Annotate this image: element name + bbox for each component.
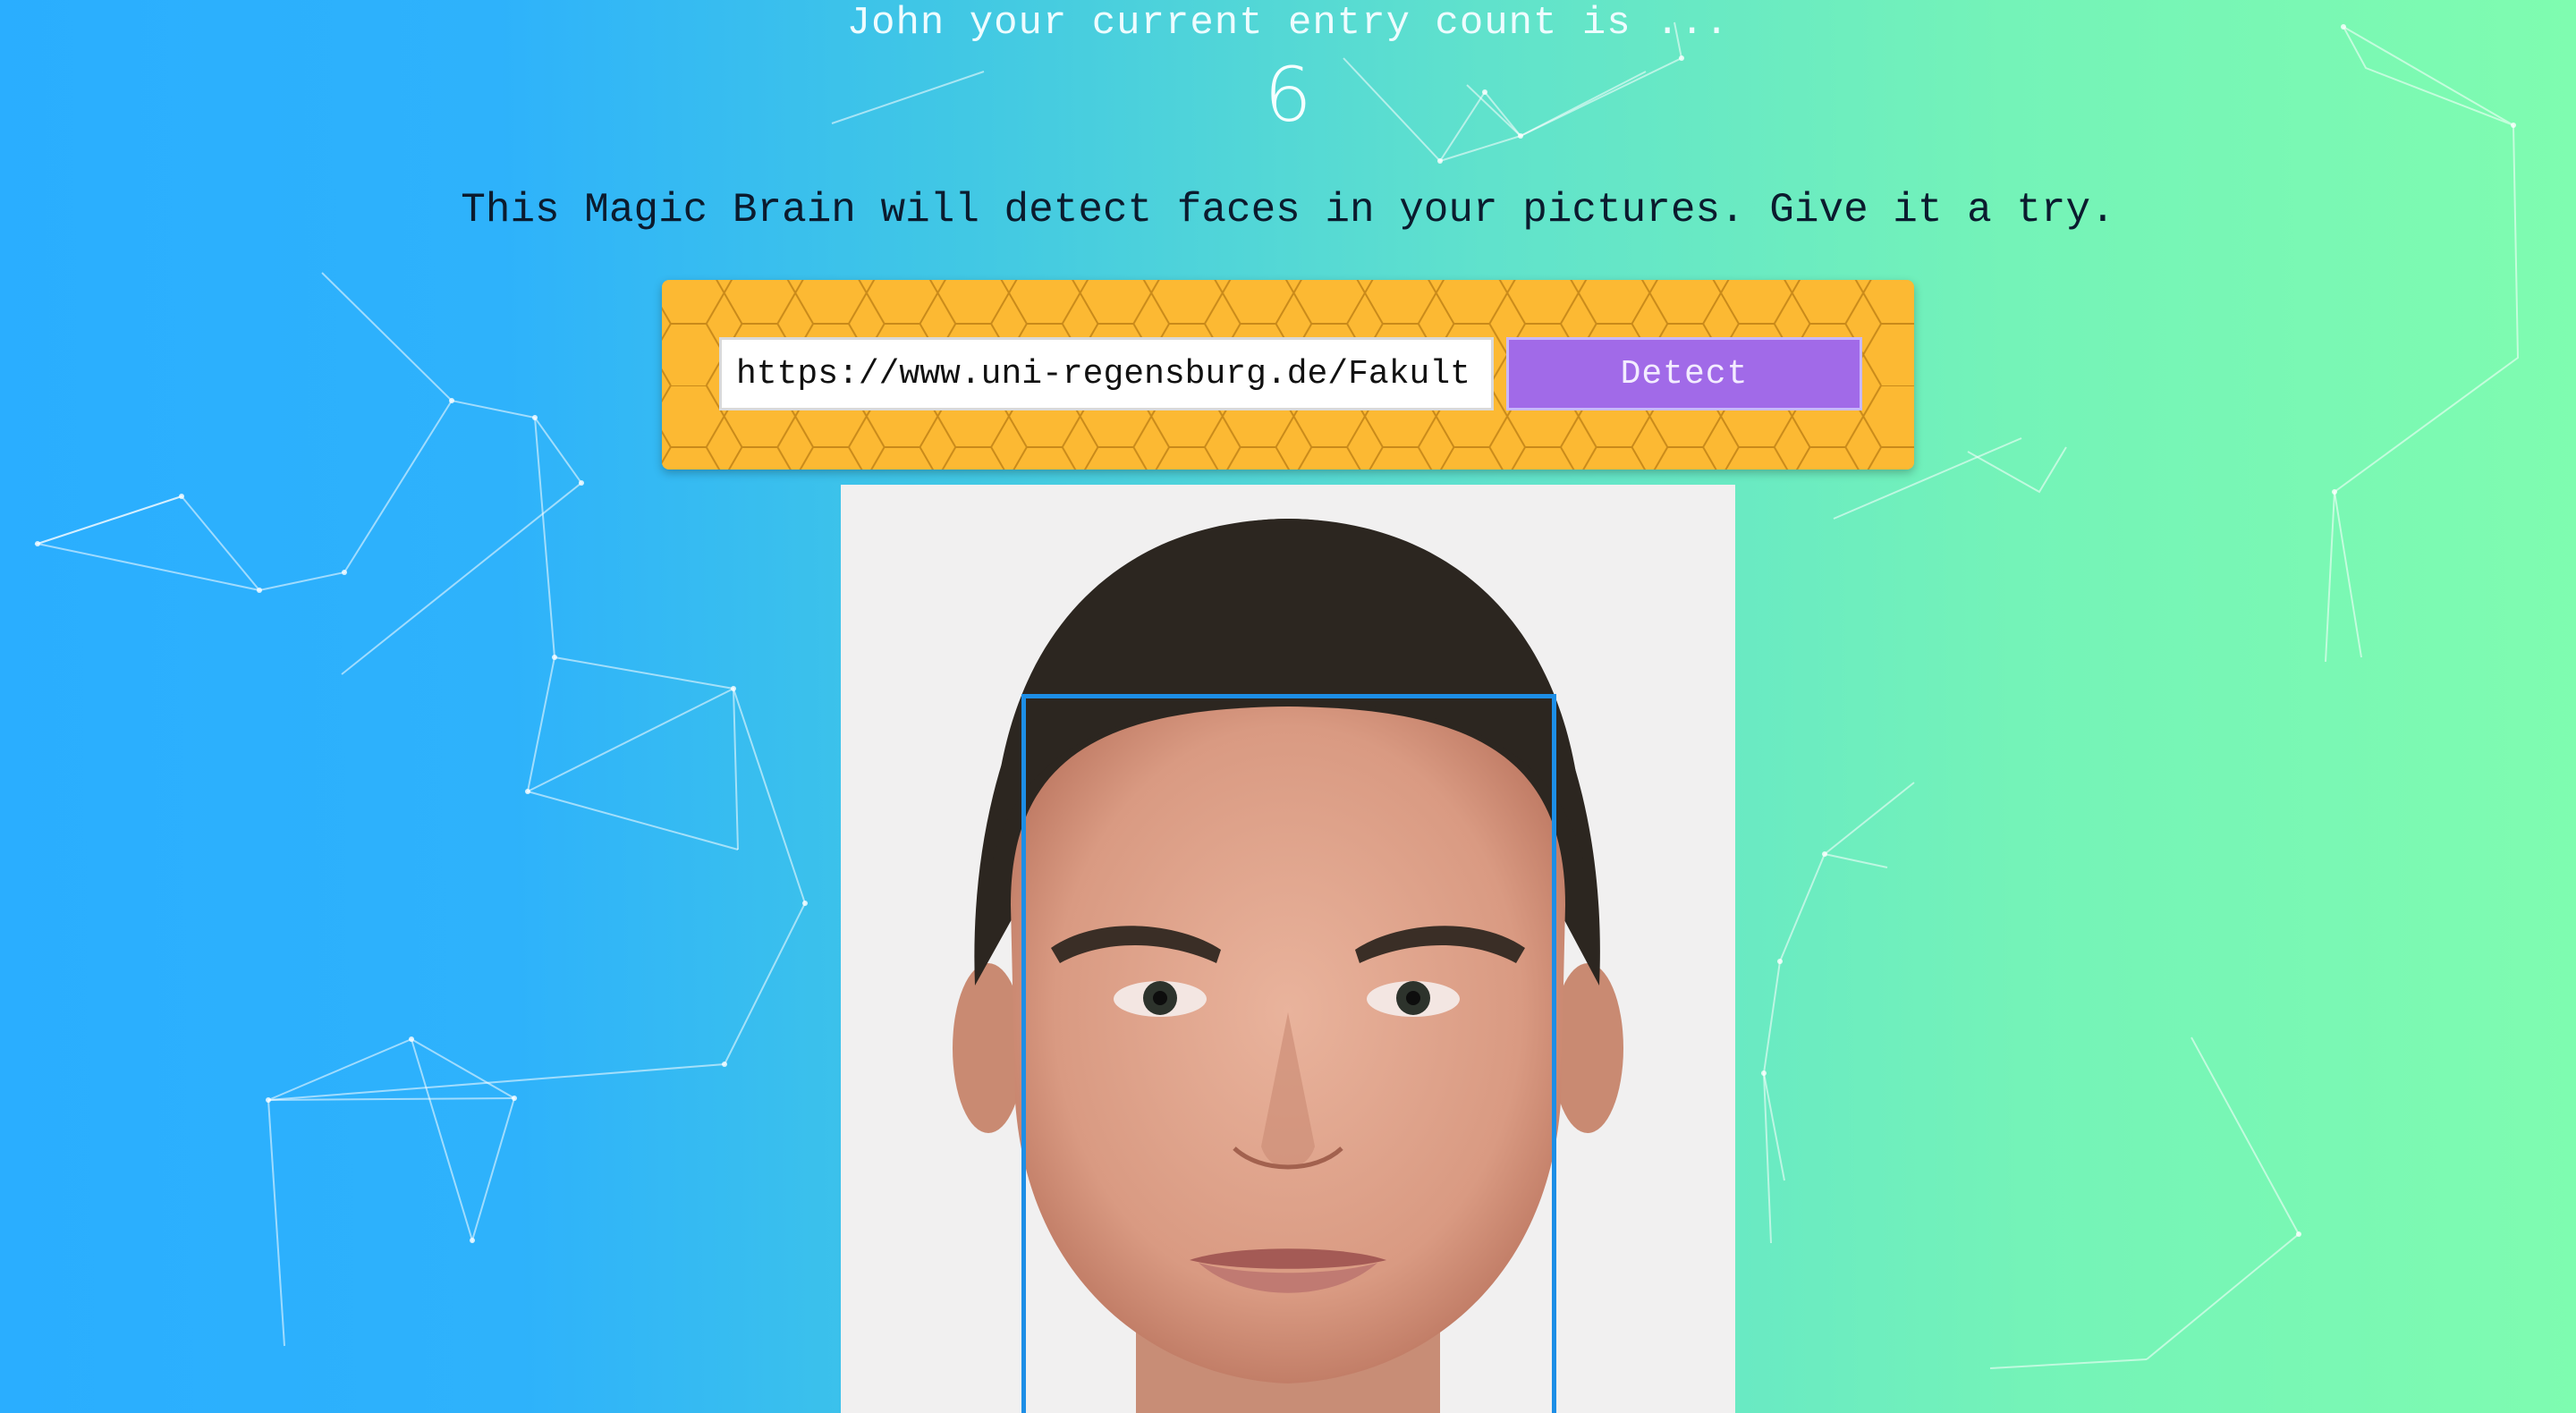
entry-count-value: 6 (1264, 51, 1312, 139)
image-link-form: Detect (662, 280, 1914, 470)
image-url-input[interactable] (719, 337, 1494, 410)
uploaded-photo (841, 485, 1735, 1413)
entry-count-greeting: John your current entry count is ... (846, 1, 1730, 46)
detect-button[interactable]: Detect (1506, 337, 1862, 410)
page-tagline: This Magic Brain will detect faces in yo… (461, 187, 2115, 233)
face-bounding-box (1021, 694, 1556, 1413)
